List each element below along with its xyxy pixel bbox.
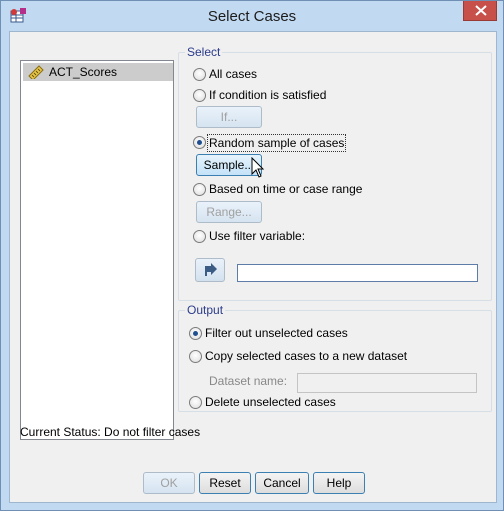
range-button[interactable]: Range... bbox=[196, 201, 262, 223]
select-group-legend: Select bbox=[185, 45, 223, 59]
radio-button[interactable] bbox=[189, 350, 202, 363]
radio-button[interactable] bbox=[193, 183, 206, 196]
radio-label-delete-unselected: Delete unselected cases bbox=[205, 395, 336, 409]
radio-button[interactable] bbox=[193, 89, 206, 102]
radio-button[interactable] bbox=[193, 68, 206, 81]
list-item[interactable]: ACT_Scores bbox=[23, 63, 173, 81]
select-cases-dialog: Select Cases ACT_Scores Select All cases bbox=[0, 0, 504, 511]
ok-button[interactable]: OK bbox=[143, 472, 195, 494]
radio-button[interactable] bbox=[189, 396, 202, 409]
cancel-button[interactable]: Cancel bbox=[255, 472, 309, 494]
help-button[interactable]: Help bbox=[313, 472, 365, 494]
dataset-name-label: Dataset name: bbox=[209, 374, 288, 388]
title-bar[interactable]: Select Cases bbox=[1, 1, 503, 31]
scale-ruler-icon bbox=[28, 65, 44, 79]
radio-button[interactable] bbox=[193, 230, 206, 243]
select-group: Select All cases If condition is satisfi… bbox=[178, 45, 492, 301]
filter-variable-field[interactable] bbox=[237, 264, 478, 282]
window-title: Select Cases bbox=[207, 8, 297, 25]
dialog-body: ACT_Scores Select All cases If condition… bbox=[9, 31, 497, 503]
radio-label-filter-out: Filter out unselected cases bbox=[205, 326, 348, 340]
radio-label-if-condition: If condition is satisfied bbox=[209, 88, 327, 102]
move-variable-button[interactable] bbox=[195, 258, 225, 282]
radio-button[interactable] bbox=[189, 327, 202, 340]
radio-label-all-cases: All cases bbox=[209, 67, 258, 81]
output-group-legend: Output bbox=[185, 303, 226, 317]
variable-label: ACT_Scores bbox=[49, 65, 118, 79]
radio-label-filter-variable: Use filter variable: bbox=[209, 229, 306, 243]
close-icon bbox=[475, 5, 487, 16]
radio-label-copy-dataset: Copy selected cases to a new dataset bbox=[205, 349, 408, 363]
radio-label-time-range: Based on time or case range bbox=[209, 182, 363, 196]
dataset-name-field[interactable] bbox=[297, 373, 477, 393]
radio-label-random-sample: Random sample of cases bbox=[207, 134, 347, 152]
reset-button[interactable]: Reset bbox=[199, 472, 251, 494]
if-button[interactable]: If... bbox=[196, 106, 262, 128]
output-group: Output Filter out unselected cases Copy … bbox=[178, 303, 492, 412]
variable-list[interactable]: ACT_Scores bbox=[20, 60, 174, 440]
current-status: Current Status: Do not filter cases bbox=[20, 425, 201, 439]
close-button[interactable] bbox=[463, 1, 497, 21]
radio-button[interactable] bbox=[193, 136, 206, 149]
arrow-right-icon bbox=[205, 263, 217, 276]
mouse-pointer-icon bbox=[251, 157, 265, 178]
